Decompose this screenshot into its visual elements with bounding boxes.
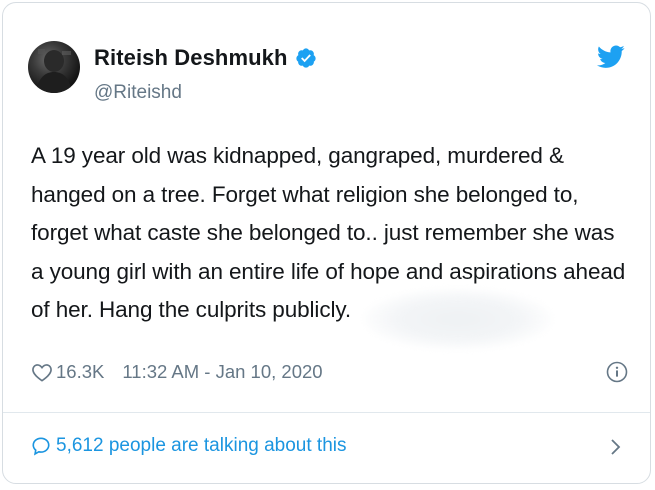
avatar[interactable] [28,41,80,93]
chevron-right-icon[interactable] [608,437,622,457]
talking-about-text[interactable]: 5,612 people are talking about this [56,435,347,457]
author-display-name[interactable]: Riteish Deshmukh [94,45,288,71]
verified-badge-icon [295,47,317,69]
tweet-text: A 19 year old was kidnapped, gangraped, … [31,143,626,322]
author-name-row[interactable]: Riteish Deshmukh [94,45,317,71]
tweet-card[interactable]: Riteish Deshmukh @Riteishd A 19 year old… [2,2,651,484]
author-handle[interactable]: @Riteishd [94,82,182,104]
twitter-bird-icon[interactable] [596,45,625,69]
like-count[interactable]: 16.3K [56,361,104,383]
divider [3,412,650,413]
speech-bubble-icon [31,436,51,456]
conversation-link[interactable]: 5,612 people are talking about this [31,435,347,457]
info-icon[interactable] [606,361,628,383]
blurred-region [363,288,553,350]
heart-icon[interactable] [31,362,53,382]
tweet-meta-row: 16.3K 11:32 AM - Jan 10, 2020 [31,361,323,383]
tweet-timestamp[interactable]: 11:32 AM - Jan 10, 2020 [122,361,322,383]
